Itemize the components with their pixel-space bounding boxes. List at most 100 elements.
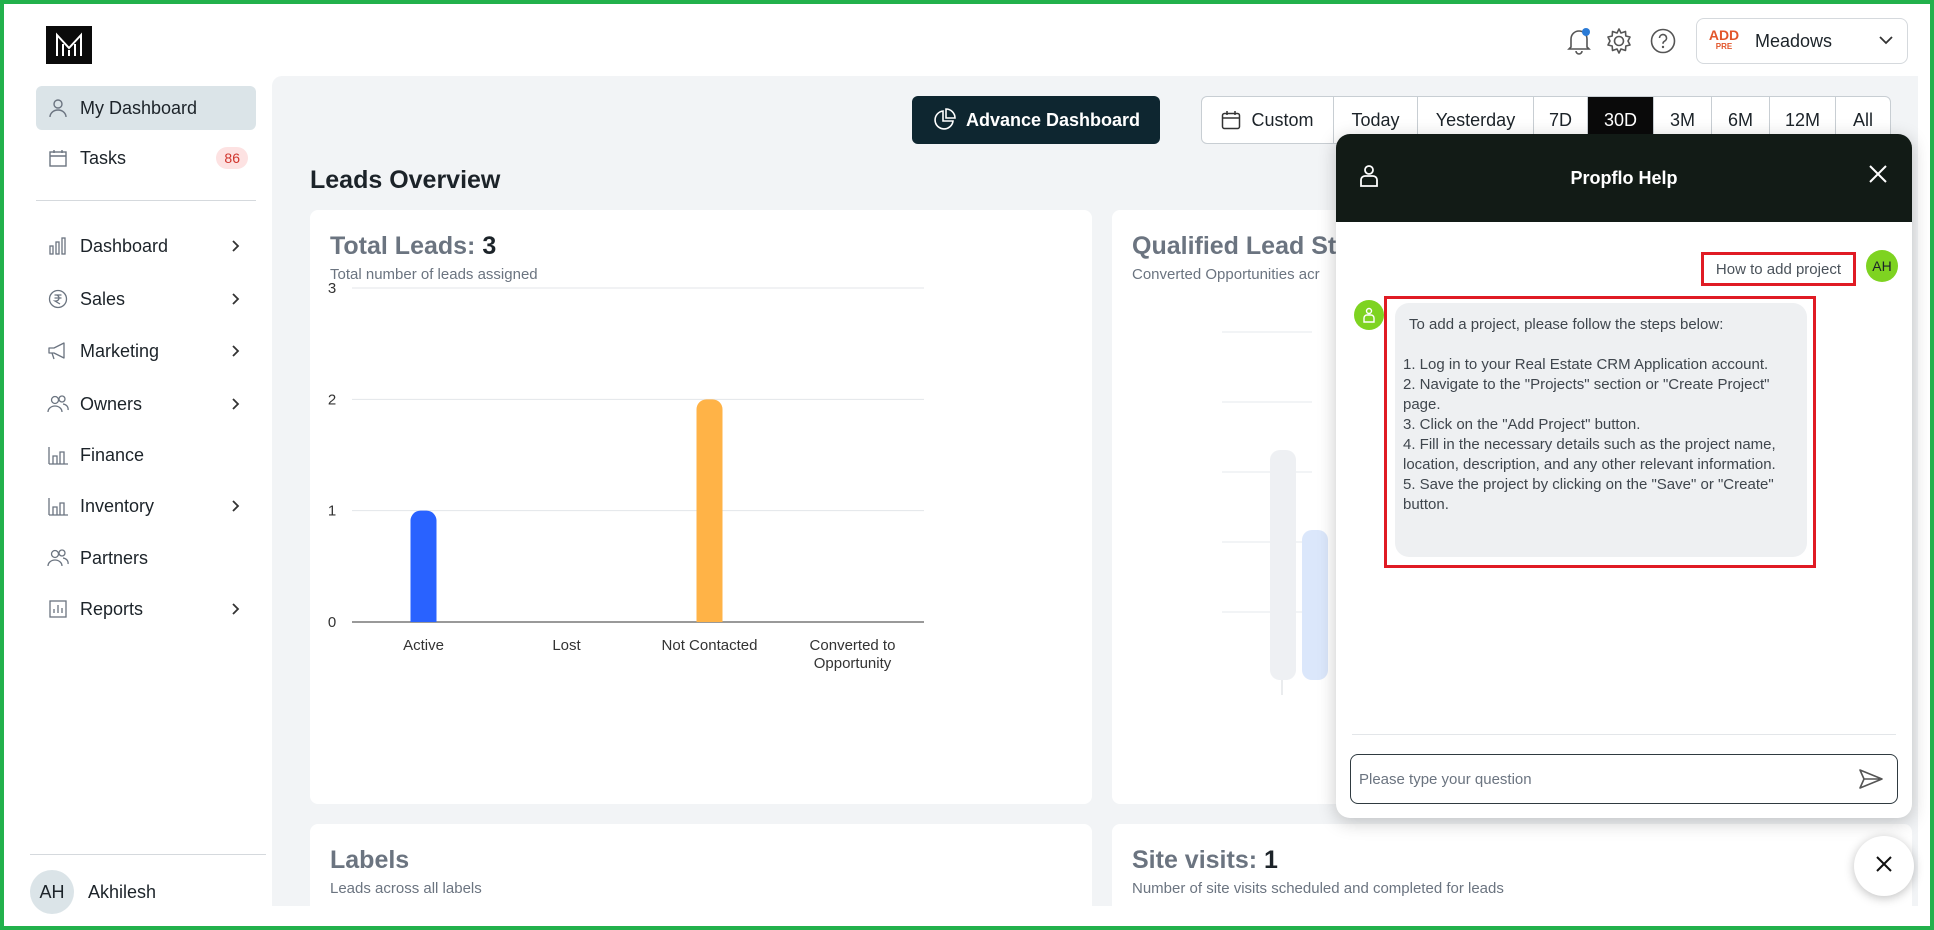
pie-chart-icon — [932, 108, 956, 132]
sidebar-item-sales[interactable]: Sales — [36, 277, 256, 321]
users-icon — [46, 546, 70, 570]
range-label: Today — [1351, 109, 1400, 130]
page-title: Leads Overview — [310, 166, 501, 194]
top-bar: ADD PRE Meadows — [0, 0, 1934, 76]
tasks-count-badge: 86 — [216, 147, 248, 169]
building-chart-icon — [46, 443, 70, 467]
bot-step: 3. Click on the "Add Project" button. — [1403, 416, 1641, 433]
leads-bar-chart: 0 1 2 3 Active Lost Not Contacted Converted toO… — [328, 280, 924, 672]
chevron-right-icon — [226, 398, 246, 410]
y-tick-label: 3 — [328, 280, 336, 297]
sidebar-divider — [30, 854, 266, 855]
bot-avatar-icon — [1354, 300, 1384, 330]
bot-step: 2. Navigate to the "Projects" section or… — [1403, 376, 1770, 413]
org-logo: ADD PRE — [1708, 27, 1740, 51]
rupee-icon — [46, 287, 70, 311]
card-subtitle: Number of site visits scheduled and comp… — [1132, 880, 1504, 897]
sidebar-item-label: Dashboard — [80, 235, 169, 256]
bot-step: 4. Fill in the necessary details such as… — [1403, 436, 1776, 473]
sidebar-item-label: My Dashboard — [80, 97, 198, 118]
calendar-icon — [46, 146, 70, 170]
sidebar-item-marketing[interactable]: Marketing — [36, 329, 256, 373]
bot-step: 1. Log in to your Real Estate CRM Applic… — [1403, 356, 1769, 373]
funnel-bar — [1302, 530, 1328, 680]
sidebar-item-owners[interactable]: Owners — [36, 382, 256, 426]
chevron-right-icon — [226, 293, 246, 305]
avatar: AH — [1866, 250, 1898, 282]
bot-icon — [1358, 164, 1380, 188]
bar — [410, 510, 437, 622]
avatar: AH — [30, 870, 74, 914]
range-label: Custom — [1251, 109, 1314, 130]
help-toggle-close-button[interactable] — [1854, 836, 1914, 896]
advance-dashboard-label: Advance Dashboard — [965, 109, 1141, 130]
sidebar-item-tasks[interactable]: Tasks 86 — [36, 136, 256, 180]
close-icon — [1874, 854, 1894, 879]
chevron-down-icon — [1879, 32, 1893, 50]
chevron-right-icon — [226, 603, 246, 615]
sidebar-item-label: Sales — [80, 288, 126, 309]
help-chat-panel: Propflo Help How to add project AH To ad… — [1336, 134, 1912, 818]
sidebar-item-label: Reports — [80, 598, 144, 619]
range-custom[interactable]: Custom — [1202, 97, 1334, 143]
range-label: 30D — [1603, 109, 1638, 130]
labels-card: Labels Leads across all labels — [310, 824, 1092, 906]
help-header: Propflo Help — [1336, 134, 1912, 222]
bar-chart-icon — [46, 234, 70, 258]
current-user[interactable]: AH Akhilesh — [30, 870, 156, 914]
sidebar-item-finance[interactable]: Finance — [36, 433, 256, 477]
range-label: 7D — [1549, 109, 1573, 130]
user-message: How to add project — [1700, 252, 1856, 286]
sidebar-divider — [36, 200, 256, 201]
calendar-icon — [1221, 110, 1241, 130]
range-label: Yesterday — [1435, 109, 1516, 130]
app-logo[interactable] — [46, 26, 92, 64]
question-input-wrapper — [1350, 754, 1898, 804]
bot-message-highlight: To add a project, please follow the step… — [1384, 296, 1816, 568]
range-label: 3M — [1670, 109, 1696, 130]
sidebar: My Dashboard Tasks 86 Dashboard Sales Ma… — [0, 76, 270, 930]
range-label: All — [1852, 109, 1873, 130]
building-chart-icon — [46, 494, 70, 518]
sidebar-item-label: Inventory — [80, 495, 155, 516]
org-name: Meadows — [1755, 30, 1833, 51]
bar — [696, 399, 723, 622]
question-icon[interactable] — [1648, 26, 1678, 56]
organization-select[interactable]: ADD PRE Meadows — [1696, 18, 1908, 64]
sidebar-item-inventory[interactable]: Inventory — [36, 484, 256, 528]
funnel-bar — [1270, 450, 1296, 680]
help-title: Propflo Help — [1570, 167, 1678, 188]
range-label: 6M — [1728, 109, 1754, 130]
sidebar-item-partners[interactable]: Partners — [36, 536, 256, 580]
gear-icon[interactable] — [1604, 26, 1634, 56]
bot-step: 5. Save the project by clicking on the "… — [1403, 476, 1774, 513]
total-leads-card: Total Leads: 3 Total number of leads ass… — [310, 210, 1092, 804]
y-tick-label: 2 — [328, 391, 336, 408]
x-tick-label: Not Contacted — [662, 637, 758, 654]
x-tick-label: Active — [403, 637, 444, 654]
send-icon[interactable] — [1853, 768, 1889, 790]
sidebar-item-reports[interactable]: Reports — [36, 587, 256, 631]
sidebar-item-label: Tasks — [80, 147, 127, 168]
card-title: Site visits: 1 — [1132, 846, 1278, 875]
site-visits-card: Site visits: 1 Number of site visits sch… — [1112, 824, 1912, 906]
bot-message-intro: To add a project, please follow the step… — [1409, 316, 1724, 333]
sidebar-item-my-dashboard[interactable]: My Dashboard — [36, 86, 256, 130]
close-icon[interactable] — [1868, 164, 1888, 184]
y-tick-label: 1 — [328, 503, 336, 520]
sidebar-item-label: Partners — [80, 547, 149, 568]
question-input[interactable] — [1359, 770, 1853, 788]
bell-icon[interactable] — [1564, 26, 1594, 56]
bar-base — [410, 612, 437, 622]
user-icon — [46, 96, 70, 120]
y-tick-label: 0 — [328, 614, 336, 631]
advance-dashboard-button[interactable]: Advance Dashboard — [912, 96, 1160, 144]
site-visits-value: 1 — [1264, 846, 1278, 874]
card-subtitle: Leads across all labels — [330, 880, 482, 897]
bot-message: To add a project, please follow the step… — [1395, 303, 1807, 557]
bar-base — [696, 612, 723, 622]
help-divider — [1352, 734, 1896, 735]
report-icon — [46, 597, 70, 621]
sidebar-item-label: Marketing — [80, 340, 160, 361]
sidebar-item-dashboard[interactable]: Dashboard — [36, 224, 256, 268]
